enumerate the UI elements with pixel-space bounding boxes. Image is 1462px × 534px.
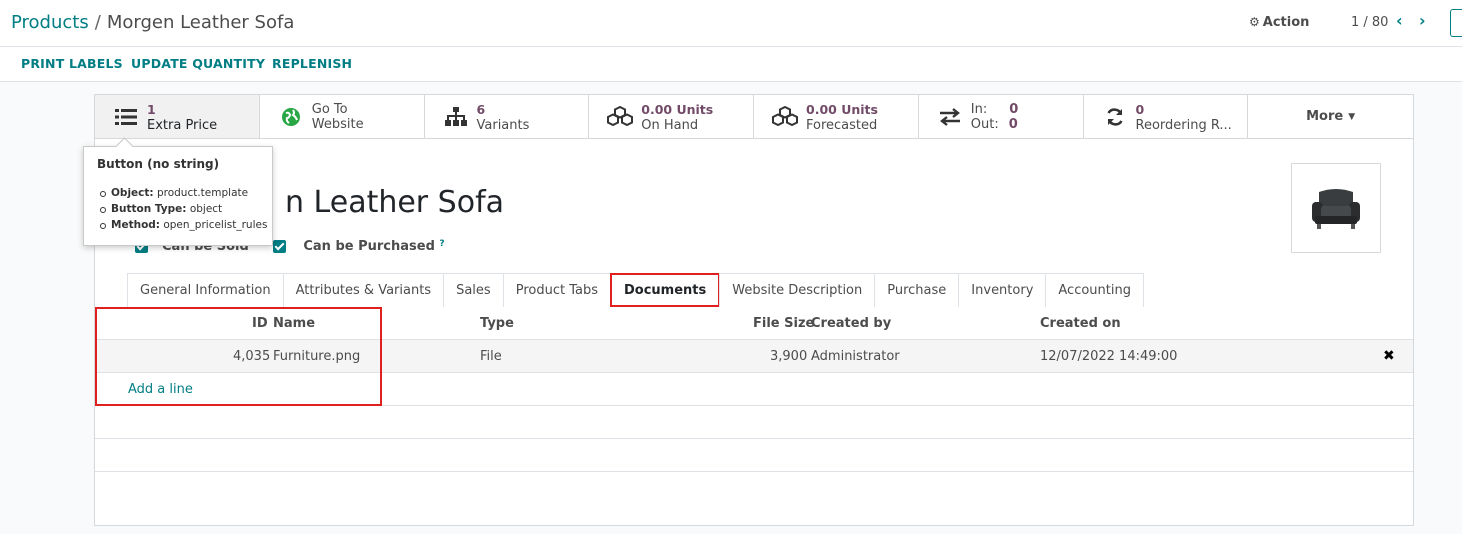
tooltip-item: Object: product.template — [97, 185, 259, 201]
column-header-id[interactable]: ID — [252, 316, 268, 331]
breadcrumb-separator: / — [94, 12, 101, 33]
update-quantity-button[interactable]: UPDATE QUANTITY — [131, 56, 265, 71]
reordering-label: Reordering R... — [1135, 118, 1232, 133]
go-to-website-button[interactable]: Go To Website — [259, 95, 425, 138]
tab-accounting[interactable]: Accounting — [1045, 273, 1144, 307]
variants-button[interactable]: 6 Variants — [424, 95, 590, 138]
tooltip-value: product.template — [156, 187, 249, 199]
tab-purchase[interactable]: Purchase — [874, 273, 960, 307]
can-be-purchased-label: Can be Purchased — [303, 239, 435, 254]
variants-label: Variants — [476, 118, 530, 133]
tooltip-item: Button Type: object — [97, 201, 259, 217]
cell-type: File — [480, 349, 502, 364]
button-debug-tooltip: Button (no string) Object: product.templ… — [83, 146, 273, 246]
breadcrumb: Products / Morgen Leather Sofa — [11, 12, 294, 33]
new-button[interactable] — [1450, 9, 1462, 37]
table-row[interactable]: 4,035 Furniture.png File 3,900 Administr… — [95, 340, 1413, 373]
caret-down-icon: ▼ — [1348, 111, 1356, 122]
column-header-file-size[interactable]: File Size — [753, 316, 814, 331]
top-bar: Products / Morgen Leather Sofa ⚙ Action 1 /… — [0, 0, 1462, 47]
column-header-created-on[interactable]: Created on — [1040, 316, 1121, 331]
extra-price-count: 1 — [147, 102, 156, 117]
tooltip-value: object — [189, 203, 223, 215]
forecasted-button[interactable]: 0.00 Units Forecasted — [754, 95, 919, 138]
form-sheet: 1 Extra Price Go To Website 6 Variants 0… — [94, 94, 1414, 526]
sitemap-icon — [443, 104, 469, 130]
tooltip-value: open_pricelist_rules — [163, 219, 268, 231]
more-label: More — [1306, 109, 1344, 124]
cell-id: 4,035 — [233, 349, 271, 364]
tab-general-information[interactable]: General Information — [127, 273, 284, 307]
cell-file-size: 3,900 — [770, 349, 808, 364]
can-be-purchased-checkbox[interactable] — [273, 240, 287, 253]
product-name[interactable]: n Leather Sofa — [285, 185, 504, 220]
tooltip-item: Method: open_pricelist_rules — [97, 217, 267, 233]
extra-price-label: Extra Price — [147, 118, 218, 133]
forecasted-quantity: 0.00 Units — [806, 102, 878, 117]
more-button[interactable]: More ▼ — [1248, 95, 1413, 138]
on-hand-button[interactable]: 0.00 Units On Hand — [589, 95, 754, 138]
action-menu-button[interactable]: ⚙ Action — [1249, 15, 1309, 30]
cell-name: Furniture.png — [273, 349, 361, 364]
tab-website-description[interactable]: Website Description — [719, 273, 876, 307]
cell-created-on: 12/07/2022 14:49:00 — [1040, 349, 1178, 364]
column-header-name[interactable]: Name — [273, 316, 315, 331]
replenish-button[interactable]: REPLENISH — [272, 56, 352, 71]
pager-previous-icon[interactable]: ‹ — [1396, 11, 1403, 30]
on-hand-quantity: 0.00 Units — [641, 102, 714, 117]
tooltip-key: Method: — [111, 219, 160, 231]
breadcrumb-current: Morgen Leather Sofa — [106, 12, 295, 33]
pager-next-icon[interactable]: › — [1419, 11, 1426, 30]
tooltip-key: Button Type: — [111, 203, 187, 215]
cell-created-by: Administrator — [811, 349, 900, 364]
table-header-row: ID Name Type File Size Created by Create… — [95, 307, 1413, 340]
variants-count: 6 — [476, 102, 486, 117]
tab-attributes-variants[interactable]: Attributes & Variants — [282, 273, 445, 307]
on-hand-label: On Hand — [641, 118, 699, 133]
tab-inventory[interactable]: Inventory — [958, 273, 1047, 307]
empty-row — [95, 439, 1413, 472]
cubes-icon — [607, 104, 634, 130]
smart-button-box: 1 Extra Price Go To Website 6 Variants 0… — [95, 95, 1413, 139]
forecasted-label: Forecasted — [806, 118, 878, 133]
reordering-rules-button[interactable]: 0 Reordering R... — [1083, 95, 1249, 138]
tab-sales[interactable]: Sales — [443, 273, 504, 307]
print-labels-button[interactable]: PRINT LABELS — [21, 56, 123, 71]
out-label: Out: — [970, 117, 999, 132]
column-header-type[interactable]: Type — [480, 316, 514, 331]
armchair-icon — [1312, 189, 1360, 229]
in-label: In: — [970, 102, 988, 117]
control-panel: PRINT LABELS UPDATE QUANTITY REPLENISH — [0, 47, 1462, 82]
tooltip-title: Button (no string) — [97, 157, 220, 171]
empty-row — [95, 406, 1413, 439]
product-image[interactable] — [1291, 163, 1381, 253]
documents-table: ID Name Type File Size Created by Create… — [95, 307, 1413, 472]
website-label: Website — [311, 117, 364, 132]
notebook-tabs: General Information Attributes & Variant… — [127, 273, 1144, 307]
action-label: Action — [1262, 15, 1310, 30]
reordering-count: 0 — [1135, 102, 1145, 117]
delete-row-icon[interactable]: ✖ — [1383, 348, 1395, 364]
column-header-created-by[interactable]: Created by — [811, 316, 891, 331]
out-value: 0 — [1008, 117, 1018, 132]
pager-value[interactable]: 1 / 80 — [1351, 15, 1388, 30]
tooltip-key: Object: — [111, 187, 154, 199]
globe-icon — [278, 104, 304, 130]
tab-documents[interactable]: Documents — [609, 273, 721, 307]
refresh-icon — [1102, 104, 1128, 130]
extra-price-button[interactable]: 1 Extra Price — [95, 95, 260, 138]
add-a-line-link[interactable]: Add a line — [128, 382, 193, 397]
exchange-icon — [937, 104, 963, 130]
cubes-icon — [772, 104, 798, 130]
add-line-row: Add a line — [95, 373, 1413, 406]
tab-product-tabs[interactable]: Product Tabs — [502, 273, 611, 307]
help-icon: ? — [439, 239, 445, 249]
list-icon — [113, 104, 139, 130]
breadcrumb-products-link[interactable]: Products — [11, 12, 89, 33]
tooltip-details: Object: product.template Button Type: ob… — [97, 185, 267, 233]
in-out-button[interactable]: In: 0 Out: 0 — [918, 95, 1084, 138]
gear-icon: ⚙ — [1249, 15, 1260, 29]
in-value: 0 — [1009, 102, 1019, 117]
go-to-label: Go To — [311, 102, 348, 117]
